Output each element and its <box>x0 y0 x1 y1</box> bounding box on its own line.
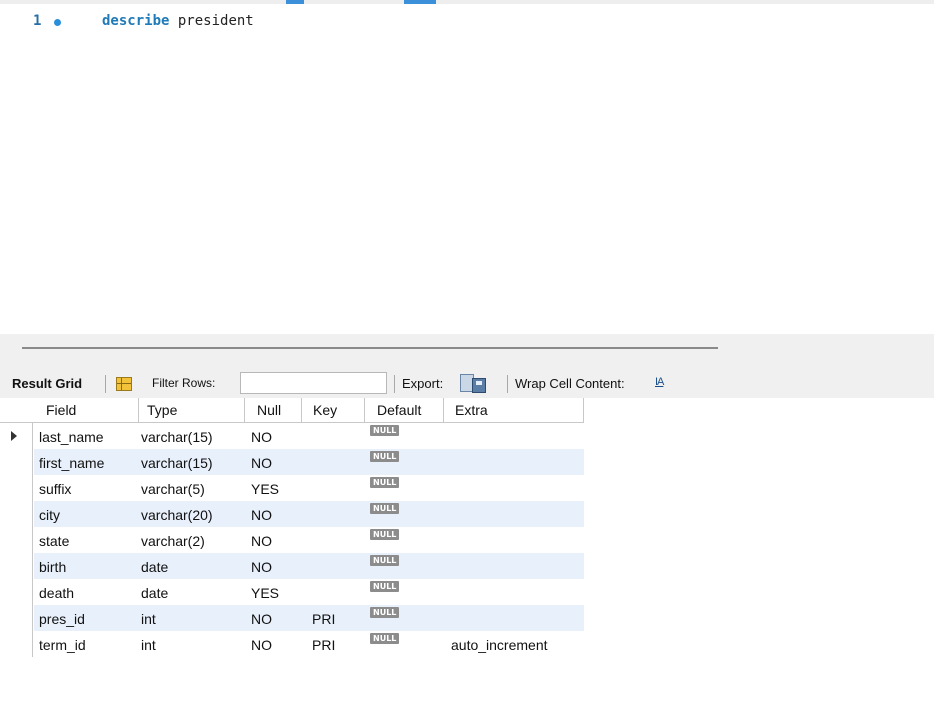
cell-field[interactable]: last_name <box>39 423 104 449</box>
filter-rows-label: Filter Rows: <box>152 376 216 390</box>
cell-field[interactable]: city <box>39 501 60 527</box>
cell-extra[interactable]: auto_increment <box>451 631 548 657</box>
filter-rows-input[interactable] <box>240 372 387 394</box>
table-row[interactable]: pres_id int NO PRI NULL <box>0 605 584 631</box>
null-badge[interactable]: NULL <box>370 477 400 488</box>
statement-marker-icon <box>54 19 61 26</box>
table-row[interactable]: term_id int NO PRI auto_increment NULL <box>0 631 584 657</box>
cell-null[interactable]: NO <box>251 553 272 579</box>
row-cells: term_id int NO PRI auto_increment NULL <box>34 631 584 657</box>
cell-type[interactable]: varchar(2) <box>141 527 205 553</box>
export-icon[interactable] <box>460 374 488 394</box>
current-row-pointer-icon <box>11 431 17 441</box>
row-cells: state varchar(2) NO NULL <box>34 527 584 553</box>
sql-statement[interactable]: describe president <box>102 13 254 29</box>
table-row[interactable]: last_name varchar(15) NO NULL <box>0 423 584 449</box>
cell-null[interactable]: NO <box>251 501 272 527</box>
cell-null[interactable]: NO <box>251 423 272 449</box>
sql-editor[interactable]: 1 describe president <box>0 4 934 334</box>
toolbar-divider <box>507 375 508 393</box>
null-badge[interactable]: NULL <box>370 581 400 592</box>
result-toolbar: Result Grid Filter Rows: Export: Wrap Ce… <box>0 368 934 398</box>
null-badge[interactable]: NULL <box>370 503 400 514</box>
table-row[interactable]: death date YES NULL <box>0 579 584 605</box>
toolbar-divider <box>105 375 106 393</box>
row-cells: first_name varchar(15) NO NULL <box>34 449 584 475</box>
row-cells: birth date NO NULL <box>34 553 584 579</box>
cell-null[interactable]: NO <box>251 449 272 475</box>
cell-field[interactable]: birth <box>39 553 66 579</box>
cell-null[interactable]: YES <box>251 475 279 501</box>
row-cells: suffix varchar(5) YES NULL <box>34 475 584 501</box>
line-number: 1 <box>33 13 42 29</box>
cell-field[interactable]: state <box>39 527 69 553</box>
cell-null[interactable]: YES <box>251 579 279 605</box>
cell-type[interactable]: int <box>141 631 156 657</box>
cell-field[interactable]: first_name <box>39 449 104 475</box>
table-row[interactable]: city varchar(20) NO NULL <box>0 501 584 527</box>
cell-type[interactable]: date <box>141 553 168 579</box>
cell-type[interactable]: varchar(15) <box>141 449 213 475</box>
table-row[interactable]: state varchar(2) NO NULL <box>0 527 584 553</box>
column-header-default[interactable]: Default <box>365 398 444 423</box>
column-header-type[interactable]: Type <box>139 398 245 423</box>
row-cells: city varchar(20) NO NULL <box>34 501 584 527</box>
cell-type[interactable]: varchar(5) <box>141 475 205 501</box>
cell-type[interactable]: varchar(20) <box>141 501 213 527</box>
null-badge[interactable]: NULL <box>370 425 400 436</box>
result-grid-button[interactable]: Result Grid <box>12 376 82 391</box>
null-badge[interactable]: NULL <box>370 529 400 540</box>
column-header-null[interactable]: Null <box>245 398 302 423</box>
panel-splitter[interactable] <box>0 334 934 368</box>
editor-line[interactable]: 1 describe president <box>0 12 934 32</box>
null-badge[interactable]: NULL <box>370 451 400 462</box>
cell-null[interactable]: NO <box>251 605 272 631</box>
row-cells: last_name varchar(15) NO NULL <box>34 423 584 449</box>
cell-key[interactable]: PRI <box>312 605 335 631</box>
cell-null[interactable]: NO <box>251 527 272 553</box>
cell-field[interactable]: death <box>39 579 74 605</box>
cell-type[interactable]: date <box>141 579 168 605</box>
grid-icon[interactable] <box>116 377 132 391</box>
cell-type[interactable]: varchar(15) <box>141 423 213 449</box>
table-row[interactable]: birth date NO NULL <box>0 553 584 579</box>
column-header-field[interactable]: Field <box>34 398 139 423</box>
null-badge[interactable]: NULL <box>370 555 400 566</box>
table-row[interactable]: suffix varchar(5) YES NULL <box>0 475 584 501</box>
save-disk-icon <box>472 378 486 393</box>
toolbar-divider <box>394 375 395 393</box>
row-cells: death date YES NULL <box>34 579 584 605</box>
splitter-line <box>22 347 718 349</box>
sql-keyword: describe <box>102 13 170 29</box>
column-header-key[interactable]: Key <box>302 398 365 423</box>
null-badge[interactable]: NULL <box>370 607 400 618</box>
cell-type[interactable]: int <box>141 605 156 631</box>
null-badge[interactable]: NULL <box>370 633 400 644</box>
table-row[interactable]: first_name varchar(15) NO NULL <box>0 449 584 475</box>
export-label: Export: <box>402 376 444 391</box>
column-header-extra[interactable]: Extra <box>444 398 584 423</box>
row-cells: pres_id int NO PRI NULL <box>34 605 584 631</box>
wrap-cell-content-icon[interactable]: IA <box>655 376 669 392</box>
sql-table-name: president <box>169 13 254 29</box>
result-grid[interactable]: Field Type Null Key Default Extra last_n… <box>0 398 934 702</box>
result-panel: Result Grid Filter Rows: Export: Wrap Ce… <box>0 334 934 702</box>
cell-field[interactable]: suffix <box>39 475 71 501</box>
wrap-cell-content-label: Wrap Cell Content: <box>515 376 625 391</box>
cell-null[interactable]: NO <box>251 631 272 657</box>
grid-header-row: Field Type Null Key Default Extra <box>0 398 584 423</box>
cell-field[interactable]: term_id <box>39 631 86 657</box>
cell-field[interactable]: pres_id <box>39 605 85 631</box>
cell-key[interactable]: PRI <box>312 631 335 657</box>
